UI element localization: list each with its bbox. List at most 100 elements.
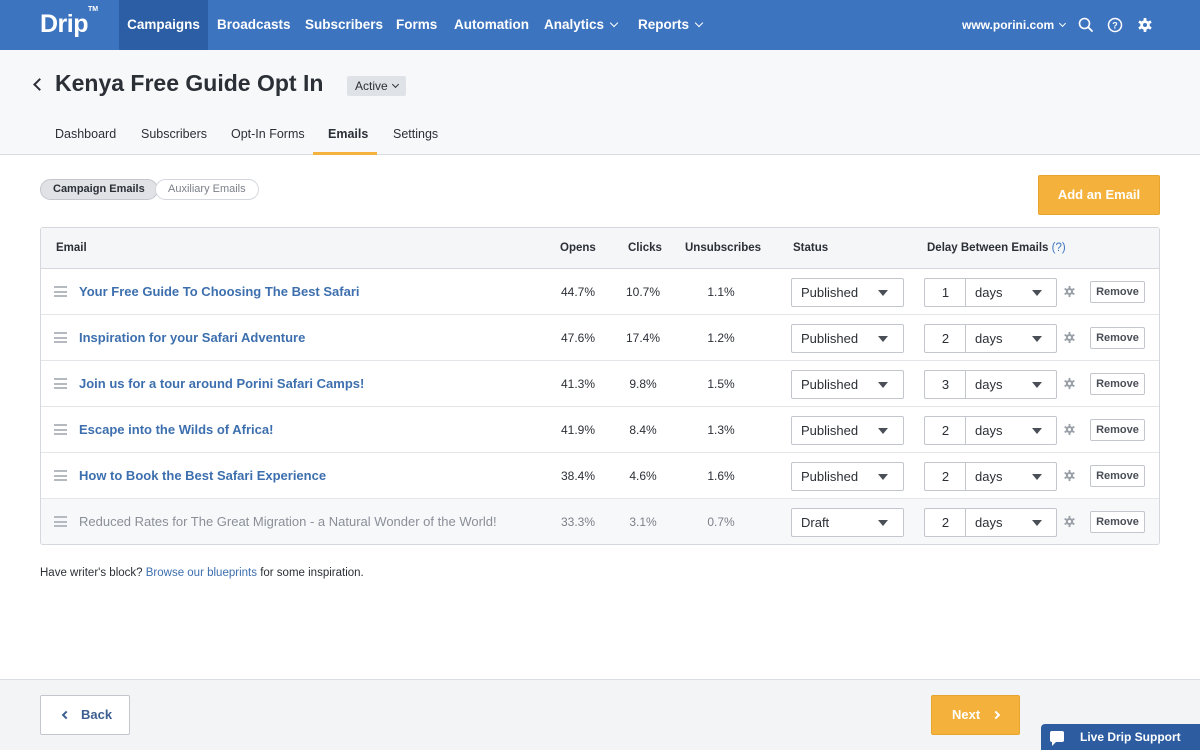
remove-button[interactable]: Remove (1090, 511, 1145, 533)
nav-item-broadcasts[interactable]: Broadcasts (217, 0, 291, 50)
nav-label-forms: Forms (396, 17, 438, 32)
back-button[interactable]: Back (40, 695, 130, 735)
tab-emails[interactable]: Emails (328, 127, 368, 141)
nav-item-forms[interactable]: Forms (396, 0, 437, 50)
column-header-opens: Opens (560, 242, 596, 254)
email-subject-link[interactable]: Inspiration for your Safari Adventure (79, 330, 305, 345)
dropdown-arrow-icon (1032, 428, 1042, 434)
email-status-select[interactable]: Draft (791, 508, 904, 537)
email-status-select[interactable]: Published (791, 462, 904, 491)
drag-handle-icon[interactable] (54, 286, 67, 297)
chevron-down-icon (391, 80, 399, 89)
dropdown-arrow-icon (1032, 520, 1042, 526)
dropdown-arrow-icon (878, 382, 888, 388)
gear-icon[interactable] (1062, 284, 1077, 299)
unsubscribes-value: 1.3% (707, 423, 735, 437)
delay-unit-select[interactable]: days (965, 278, 1057, 307)
drag-handle-icon[interactable] (54, 516, 67, 527)
logo-text: Drip (40, 10, 89, 38)
drag-handle-icon[interactable] (54, 332, 67, 343)
nav-item-subscribers[interactable]: Subscribers (305, 0, 383, 50)
help-icon[interactable]: ? (1104, 14, 1126, 36)
delay-amount-input[interactable]: 1 (924, 278, 966, 307)
opens-value: 47.6% (560, 331, 596, 345)
search-icon[interactable] (1075, 14, 1097, 36)
clicks-value: 9.8% (629, 377, 657, 391)
logo-trademark: TM (88, 5, 99, 13)
nav-item-campaigns[interactable]: Campaigns (119, 0, 208, 50)
email-status-select[interactable]: Published (791, 278, 904, 307)
delay-unit-select[interactable]: days (965, 462, 1057, 491)
add-email-button[interactable]: Add an Email (1038, 175, 1160, 215)
gear-icon[interactable] (1062, 422, 1077, 437)
live-support-button[interactable]: Live Drip Support (1041, 724, 1200, 750)
email-subject-link[interactable]: Reduced Rates for The Great Migration - … (79, 514, 497, 529)
account-switcher[interactable]: www.porini.com (962, 0, 1067, 50)
email-status-select[interactable]: Published (791, 416, 904, 445)
drip-logo[interactable]: DripTM (40, 6, 98, 40)
delay-help-link[interactable]: (?) (1052, 242, 1066, 254)
delay-amount-input[interactable]: 3 (924, 370, 966, 399)
gear-icon[interactable] (1062, 376, 1077, 391)
browse-blueprints-link[interactable]: Browse our blueprints (146, 567, 257, 579)
email-status-select[interactable]: Published (791, 324, 904, 353)
drag-handle-icon[interactable] (54, 470, 67, 481)
nav-item-analytics[interactable]: Analytics (544, 0, 619, 50)
next-button[interactable]: Next (931, 695, 1020, 735)
email-status-value: Draft (801, 515, 830, 530)
email-subject-link[interactable]: Your Free Guide To Choosing The Best Saf… (79, 284, 360, 299)
page-title: Kenya Free Guide Opt In (55, 70, 324, 96)
table-row: Join us for a tour around Porini Safari … (41, 361, 1159, 407)
table-row: Escape into the Wilds of Africa! 41.9% 8… (41, 407, 1159, 453)
remove-button[interactable]: Remove (1090, 281, 1145, 303)
auxiliary-emails-toggle[interactable]: Auxiliary Emails (155, 179, 259, 200)
campaign-emails-toggle[interactable]: Campaign Emails (40, 179, 158, 200)
tab-dashboard[interactable]: Dashboard (55, 127, 116, 141)
delay-unit-select[interactable]: days (965, 324, 1057, 353)
email-subject-link[interactable]: How to Book the Best Safari Experience (79, 468, 326, 483)
chevron-left-icon (61, 710, 71, 720)
delay-unit-select[interactable]: days (965, 508, 1057, 537)
table-row: Reduced Rates for The Great Migration - … (41, 499, 1159, 544)
delay-amount-input[interactable]: 2 (924, 508, 966, 537)
back-button-label: Back (81, 707, 113, 722)
nav-item-reports[interactable]: Reports (638, 0, 704, 50)
gear-icon[interactable] (1062, 468, 1077, 483)
delay-unit-value: days (975, 515, 1003, 530)
drag-handle-icon[interactable] (54, 378, 67, 389)
clicks-value: 10.7% (625, 285, 661, 299)
email-subject-link[interactable]: Join us for a tour around Porini Safari … (79, 376, 364, 391)
gear-icon[interactable] (1062, 514, 1077, 529)
remove-button[interactable]: Remove (1090, 465, 1145, 487)
email-status-value: Published (801, 469, 859, 484)
delay-amount-input[interactable]: 2 (924, 462, 966, 491)
delay-amount-input[interactable]: 2 (924, 324, 966, 353)
drag-handle-icon[interactable] (54, 424, 67, 435)
tab-settings[interactable]: Settings (393, 127, 438, 141)
column-header-unsubscribes: Unsubscribes (685, 242, 762, 254)
delay-unit-select[interactable]: days (965, 416, 1057, 445)
table-row: How to Book the Best Safari Experience 3… (41, 453, 1159, 499)
chevron-down-icon (694, 18, 704, 28)
column-header-status: Status (793, 242, 829, 254)
dropdown-arrow-icon (878, 520, 888, 526)
chevron-right-icon (991, 710, 1001, 720)
remove-button[interactable]: Remove (1090, 419, 1145, 441)
email-subject-link[interactable]: Escape into the Wilds of Africa! (79, 422, 273, 437)
live-support-label: Live Drip Support (1080, 730, 1181, 744)
clicks-value: 4.6% (629, 469, 657, 483)
nav-item-automation[interactable]: Automation (454, 0, 529, 50)
remove-button[interactable]: Remove (1090, 373, 1145, 395)
tab-subscribers[interactable]: Subscribers (141, 127, 207, 141)
email-status-select[interactable]: Published (791, 370, 904, 399)
tab-opt-in-forms[interactable]: Opt-In Forms (231, 127, 305, 141)
opens-value: 38.4% (560, 469, 596, 483)
gear-icon[interactable] (1062, 330, 1077, 345)
gear-icon[interactable] (1134, 14, 1156, 36)
remove-button[interactable]: Remove (1090, 327, 1145, 349)
unsubscribes-value: 1.2% (707, 331, 735, 345)
active-tab-indicator (313, 152, 377, 155)
campaign-status-dropdown[interactable]: Active (347, 76, 406, 96)
delay-amount-input[interactable]: 2 (924, 416, 966, 445)
delay-unit-select[interactable]: days (965, 370, 1057, 399)
